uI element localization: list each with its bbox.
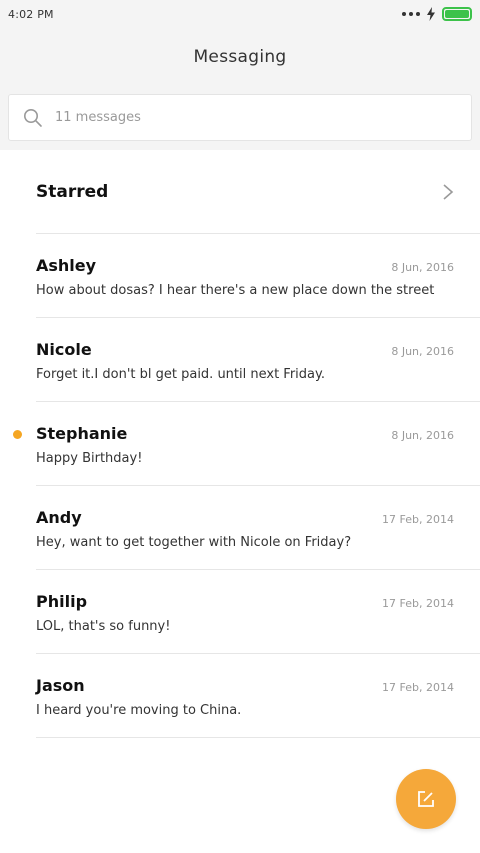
status-icons	[402, 7, 472, 21]
message-date: 17 Feb, 2014	[382, 597, 454, 610]
message-date: 17 Feb, 2014	[382, 513, 454, 526]
starred-row[interactable]: Starred	[0, 150, 480, 234]
message-preview: I heard you're moving to China.	[36, 703, 242, 718]
search-input[interactable]	[55, 110, 435, 125]
divider	[36, 737, 480, 738]
message-preview: Happy Birthday!	[36, 451, 143, 466]
messaging-screen: 4:02 PM Messaging Starred	[0, 0, 480, 853]
compose-icon	[418, 791, 434, 807]
app-header: Messaging	[0, 28, 480, 86]
conversation-list: Starred Ashley 8 Jun, 2016 How about dos…	[0, 150, 480, 738]
search-box[interactable]	[8, 94, 472, 141]
message-preview: LOL, that's so funny!	[36, 619, 171, 634]
message-date: 17 Feb, 2014	[382, 681, 454, 694]
page-title: Messaging	[193, 47, 287, 67]
charging-bolt-icon	[427, 7, 435, 21]
contact-name: Andy	[36, 508, 82, 527]
contact-name: Nicole	[36, 340, 92, 359]
message-date: 8 Jun, 2016	[391, 429, 454, 442]
contact-name: Jason	[36, 676, 85, 695]
battery-icon	[442, 7, 472, 21]
status-time: 4:02 PM	[8, 7, 54, 21]
unread-indicator	[13, 430, 22, 439]
conversation-row[interactable]: Philip 17 Feb, 2014 LOL, that's so funny…	[0, 570, 480, 654]
message-date: 8 Jun, 2016	[391, 261, 454, 274]
conversation-row[interactable]: Stephanie 8 Jun, 2016 Happy Birthday!	[0, 402, 480, 486]
conversation-row[interactable]: Andy 17 Feb, 2014 Hey, want to get toget…	[0, 486, 480, 570]
conversation-row[interactable]: Jason 17 Feb, 2014 I heard you're moving…	[0, 654, 480, 738]
starred-label: Starred	[36, 182, 109, 202]
message-date: 8 Jun, 2016	[391, 345, 454, 358]
conversation-row[interactable]: Ashley 8 Jun, 2016 How about dosas? I he…	[0, 234, 480, 318]
status-bar: 4:02 PM	[0, 0, 480, 28]
conversation-row[interactable]: Nicole 8 Jun, 2016 Forget it.I don't bl …	[0, 318, 480, 402]
chevron-right-icon	[443, 184, 454, 200]
search-bar	[0, 86, 480, 150]
message-preview: How about dosas? I hear there's a new pl…	[36, 283, 435, 298]
message-preview: Forget it.I don't bl get paid. until nex…	[36, 367, 325, 382]
contact-name: Ashley	[36, 256, 97, 275]
compose-button[interactable]	[396, 769, 456, 829]
message-preview: Hey, want to get together with Nicole on…	[36, 535, 352, 550]
contact-name: Stephanie	[36, 424, 128, 443]
contact-name: Philip	[36, 592, 88, 611]
search-icon	[24, 108, 42, 127]
more-dots-icon	[402, 12, 420, 16]
